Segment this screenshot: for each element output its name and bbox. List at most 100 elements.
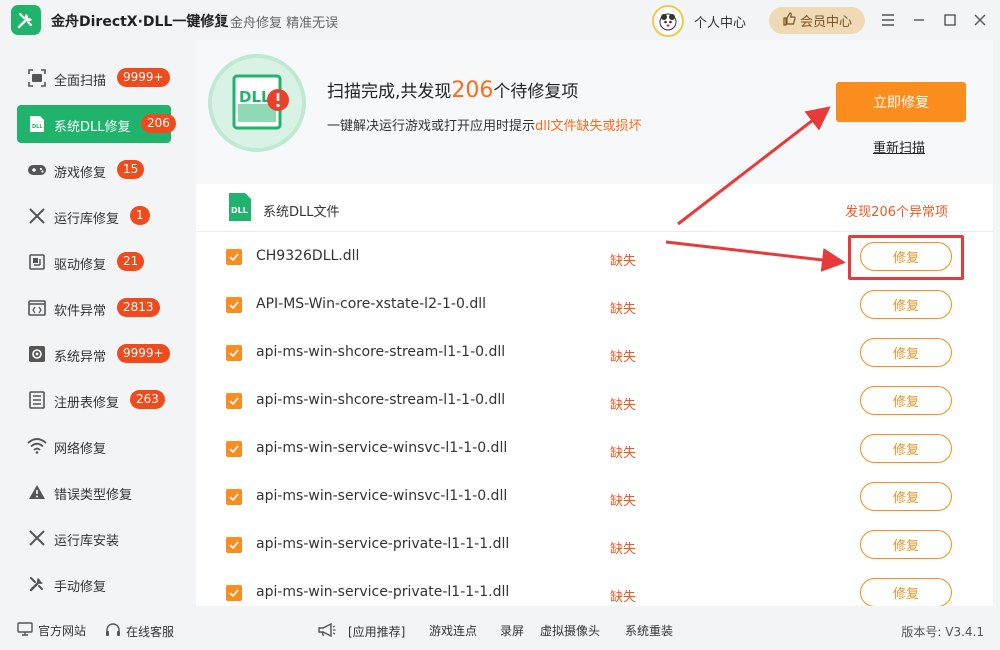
rescan-link[interactable]: 重新扫描 <box>873 137 925 156</box>
sidebar-item-runtime-install[interactable]: 运行库安装 <box>17 519 171 557</box>
runtime-icon <box>27 207 47 225</box>
sidebar-item-driver-repair[interactable]: 驱动修复 21 <box>17 243 171 281</box>
repair-button[interactable]: 修复 <box>860 338 952 367</box>
dll-file-icon: DLL <box>228 192 252 222</box>
dll-status: 缺失 <box>610 446 637 461</box>
table-row: api-ms-win-shcore-stream-l1-1-0.dll 缺失 修… <box>196 329 993 377</box>
repair-button[interactable]: 修复 <box>860 386 952 415</box>
version-label: 版本号: V3.4.1 <box>901 625 984 639</box>
badge-driver-repair: 21 <box>117 252 145 271</box>
headset-icon <box>105 622 121 641</box>
dll-file-name: CH9326DLL.dll <box>256 248 360 264</box>
row-checkbox[interactable] <box>226 585 242 601</box>
sidebar-item-error-type-repair[interactable]: 错误类型修复 <box>17 473 171 511</box>
dll-status: 缺失 <box>610 302 637 317</box>
dll-file-name: api-ms-win-service-winsvc-l1-1-0.dll <box>256 440 508 456</box>
row-checkbox[interactable] <box>226 345 242 361</box>
vip-center-label: 会员中心 <box>799 15 852 30</box>
footer-link-screen-record[interactable]: 录屏 <box>500 622 524 639</box>
fix-now-button[interactable]: 立即修复 <box>836 82 966 122</box>
row-checkbox[interactable] <box>226 537 242 553</box>
repair-button[interactable]: 修复 <box>860 434 952 463</box>
repair-button[interactable]: 修复 <box>860 290 952 319</box>
dll-file-name: api-ms-win-shcore-stream-l1-1-0.dll <box>256 344 506 360</box>
menu-icon[interactable] <box>878 10 898 30</box>
badge-full-scan: 9999+ <box>117 68 170 87</box>
svg-text:DLL: DLL <box>231 206 248 215</box>
close-icon[interactable] <box>970 10 990 30</box>
online-support-link[interactable]: 在线客服 <box>105 622 174 641</box>
row-checkbox[interactable] <box>226 297 242 313</box>
footer-link-system-reinstall[interactable]: 系统重装 <box>625 622 673 639</box>
table-row: api-ms-win-service-private-l1-1-1.dll 缺失… <box>196 569 993 606</box>
sidebar: 全面扫描 9999+ DLL 系统DLL修复 206 游戏修复 15 运行库修复… <box>0 40 188 610</box>
dll-file-name: api-ms-win-service-private-l1-1-1.dll <box>256 584 510 600</box>
badge-system-error: 9999+ <box>117 344 170 363</box>
row-checkbox[interactable] <box>226 393 242 409</box>
personal-center-link[interactable]: 个人中心 <box>694 12 746 31</box>
avatar[interactable] <box>652 5 684 37</box>
official-website-link[interactable]: 官方网站 <box>17 622 86 639</box>
dll-status: 缺失 <box>610 590 637 605</box>
dll-file-name: api-ms-win-service-private-l1-1-1.dll <box>256 536 510 552</box>
repair-button[interactable]: 修复 <box>860 578 952 606</box>
sidebar-item-system-dll[interactable]: DLL 系统DLL修复 206 <box>17 105 176 143</box>
title-divider <box>220 12 221 28</box>
scan-result-title: 扫描完成,共发现206个待修复项 <box>327 78 579 103</box>
repair-button[interactable]: 修复 <box>860 530 952 559</box>
repair-button[interactable]: 修复 <box>860 242 952 271</box>
app-logo-icon <box>11 5 41 35</box>
registry-icon <box>27 391 47 409</box>
warning-icon <box>27 483 47 501</box>
dll-warning-illustration: DLL <box>208 54 306 152</box>
app-recommend: [应用推荐] <box>317 622 405 641</box>
badge-game-repair: 15 <box>117 160 145 179</box>
install-icon <box>27 529 47 547</box>
scan-icon <box>27 69 47 87</box>
gear-icon <box>27 345 47 363</box>
sidebar-item-system-error[interactable]: 系统异常 9999+ <box>17 335 171 373</box>
table-row: API-MS-Win-core-xstate-l2-1-0.dll 缺失 修复 <box>196 281 993 329</box>
dll-status: 缺失 <box>610 350 637 365</box>
dll-status: 缺失 <box>610 254 637 269</box>
title-bar: 金舟DirectX·DLL一键修复 金舟修复 精准无误 个人中心 会员中心 <box>0 0 1000 40</box>
sidebar-item-registry-repair[interactable]: 注册表修复 263 <box>17 381 171 419</box>
footer-link-virtual-camera[interactable]: 虚拟摄像头 <box>540 622 600 639</box>
table-row: api-ms-win-service-winsvc-l1-1-0.dll 缺失 … <box>196 473 993 521</box>
vip-center-button[interactable]: 会员中心 <box>769 7 865 34</box>
sidebar-item-runtime-repair[interactable]: 运行库修复 1 <box>17 197 171 235</box>
badge-runtime-repair: 1 <box>130 206 150 225</box>
maximize-icon[interactable] <box>940 10 960 30</box>
thumbs-up-icon <box>782 11 796 30</box>
gamepad-icon <box>27 161 47 179</box>
sidebar-item-network-repair[interactable]: 网络修复 <box>17 427 171 465</box>
svg-text:DLL: DLL <box>32 124 43 130</box>
dll-icon: DLL <box>27 115 47 133</box>
row-checkbox[interactable] <box>226 249 242 265</box>
dll-badge-text: DLL <box>239 88 271 106</box>
footer-link-auto-clicker[interactable]: 游戏连点 <box>429 622 477 639</box>
repair-button[interactable]: 修复 <box>860 482 952 511</box>
main-panel: DLL 扫描完成,共发现206个待修复项 一键解决运行游戏或打开应用时提示dll… <box>196 40 993 606</box>
badge-system-dll: 206 <box>141 114 176 133</box>
tools-icon <box>27 575 47 593</box>
minimize-icon[interactable] <box>909 10 929 30</box>
dll-file-name: api-ms-win-service-winsvc-l1-1-0.dll <box>256 488 508 504</box>
monitor-icon <box>17 622 33 639</box>
scan-result-banner: DLL 扫描完成,共发现206个待修复项 一键解决运行游戏或打开应用时提示dll… <box>196 40 993 184</box>
badge-registry-repair: 263 <box>130 390 165 409</box>
row-checkbox[interactable] <box>226 489 242 505</box>
sidebar-item-manual-repair[interactable]: 手动修复 <box>17 565 171 603</box>
row-checkbox[interactable] <box>226 441 242 457</box>
sidebar-item-software-error[interactable]: 软件异常 2813 <box>17 289 171 327</box>
table-row: api-ms-win-service-private-l1-1-1.dll 缺失… <box>196 521 993 569</box>
wifi-icon <box>27 437 47 455</box>
code-icon <box>27 299 47 317</box>
table-row: api-ms-win-service-winsvc-l1-1-0.dll 缺失 … <box>196 425 993 473</box>
sidebar-item-game-repair[interactable]: 游戏修复 15 <box>17 151 171 189</box>
table-row: CH9326DLL.dll 缺失 修复 <box>196 233 993 281</box>
dll-status: 缺失 <box>610 494 637 509</box>
sidebar-item-full-scan[interactable]: 全面扫描 9999+ <box>17 59 171 97</box>
found-count-text: 发现206个异常项 <box>845 205 948 220</box>
scan-result-subtitle: 一键解决运行游戏或打开应用时提示dll文件缺失或损坏 <box>327 119 642 134</box>
